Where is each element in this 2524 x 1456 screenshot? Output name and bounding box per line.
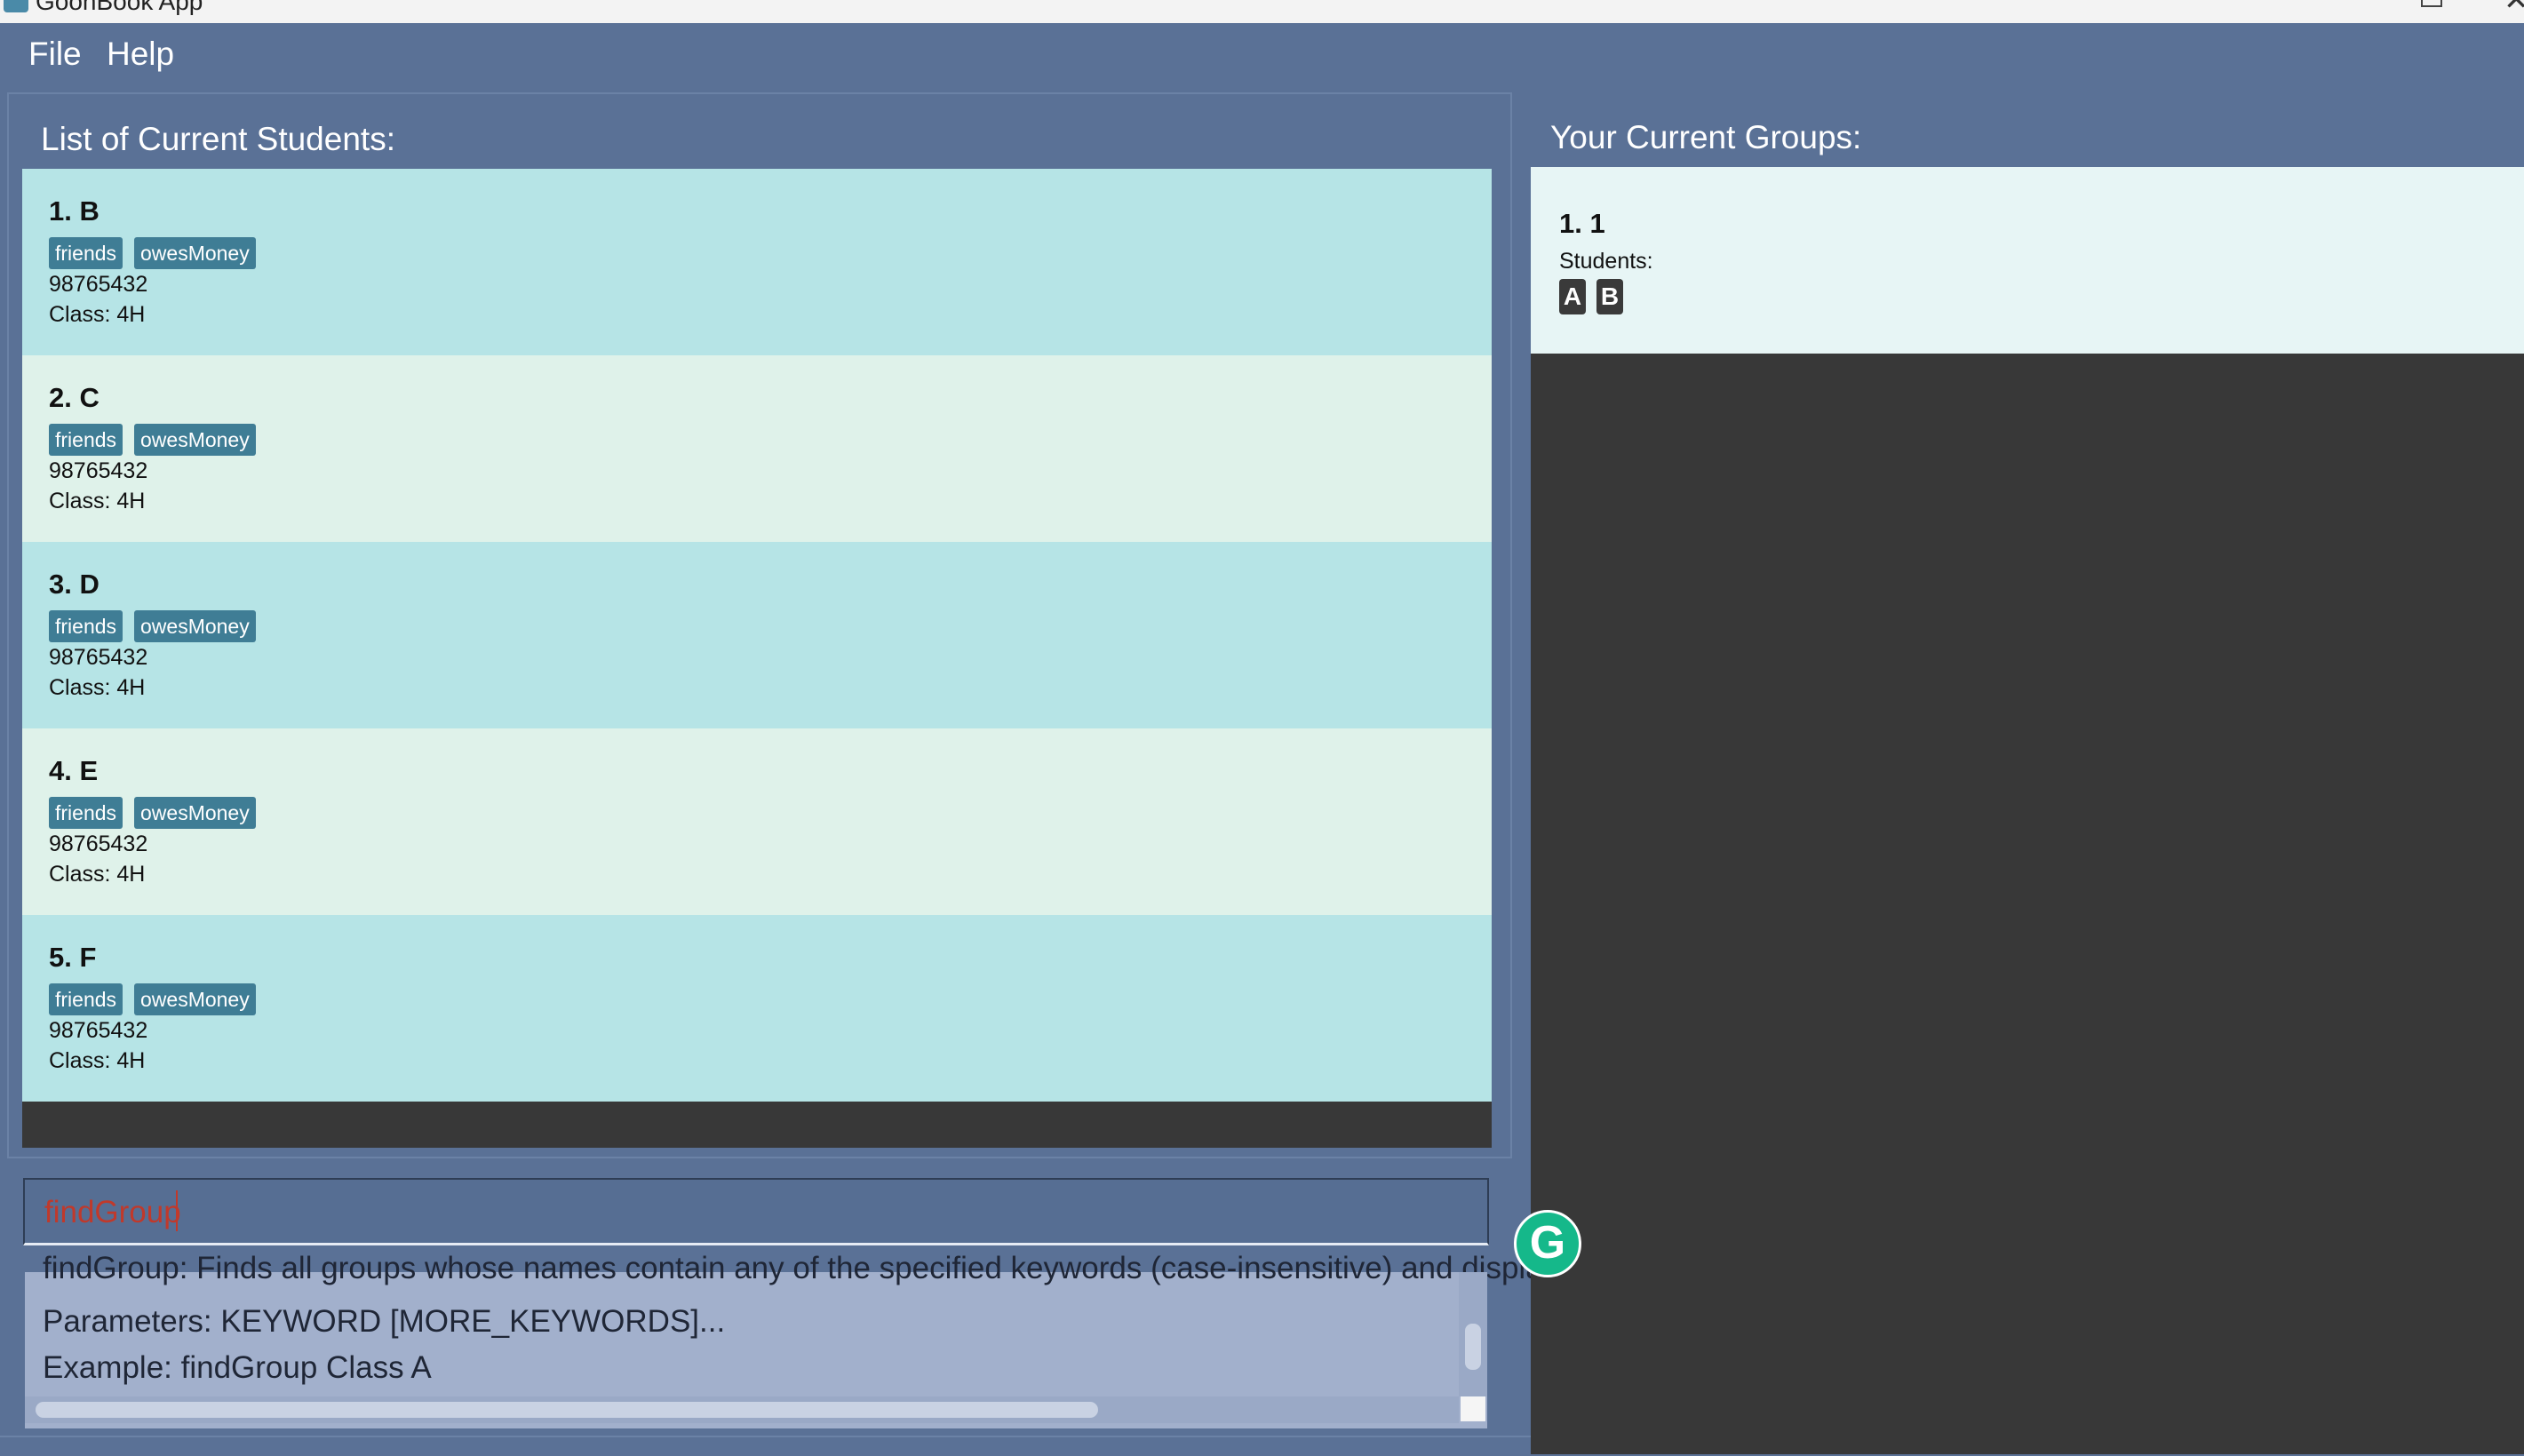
horizontal-scroll-thumb[interactable] — [36, 1402, 1098, 1418]
student-phone: 98765432 — [49, 645, 148, 670]
close-icon[interactable]: ✕ — [2504, 0, 2524, 18]
tag-badge: friends — [49, 237, 123, 269]
student-card[interactable]: 2. C friends owesMoney 98765432 Class: 4… — [22, 355, 1492, 542]
groups-panel-title: Your Current Groups: — [1550, 119, 1862, 155]
student-class: Class: 4H — [49, 675, 146, 700]
student-card[interactable]: 5. F friends owesMoney 98765432 Class: 4… — [22, 915, 1492, 1102]
group-students-label: Students: — [1559, 249, 1653, 274]
result-line-parameters: Parameters: KEYWORD [MORE_KEYWORDS]... — [43, 1304, 726, 1339]
group-member-badge: A — [1559, 279, 1586, 314]
student-card[interactable]: 1. B friends owesMoney 98765432 Class: 4… — [22, 169, 1492, 355]
student-name: 2. C — [49, 382, 100, 413]
student-list[interactable]: 1. B friends owesMoney 98765432 Class: 4… — [22, 169, 1492, 1148]
menu-file[interactable]: File — [28, 36, 82, 73]
tag-badge: owesMoney — [134, 797, 256, 829]
app-icon — [4, 0, 28, 12]
group-member-badge: B — [1596, 279, 1623, 314]
student-class: Class: 4H — [49, 302, 146, 327]
result-line-example: Example: findGroup Class A — [43, 1350, 432, 1385]
vertical-scroll-thumb[interactable] — [1465, 1324, 1481, 1370]
student-name: 4. E — [49, 755, 99, 786]
student-card[interactable]: 4. E friends owesMoney 98765432 Class: 4… — [22, 728, 1492, 915]
tag-badge: friends — [49, 424, 123, 456]
menu-help[interactable]: Help — [107, 36, 174, 73]
result-partial-line: findGroup: Finds all groups whose names … — [43, 1251, 1652, 1285]
menu-bar: File Help — [0, 23, 2524, 87]
window-title: GoonBook App — [36, 0, 203, 15]
status-strip — [0, 1436, 1531, 1456]
tag-badge: owesMoney — [134, 424, 256, 456]
tag-badge: owesMoney — [134, 610, 256, 642]
student-name: 1. B — [49, 195, 100, 227]
student-phone: 98765432 — [49, 458, 148, 483]
student-card[interactable]: 3. D friends owesMoney 98765432 Class: 4… — [22, 542, 1492, 728]
grammarly-icon[interactable]: G — [1514, 1210, 1581, 1277]
command-box[interactable] — [23, 1178, 1489, 1245]
student-name: 3. D — [49, 569, 100, 600]
scrollbar-corner — [1461, 1396, 1485, 1421]
students-panel-title: List of Current Students: — [41, 121, 395, 157]
student-name: 5. F — [49, 942, 97, 973]
student-class: Class: 4H — [49, 862, 146, 887]
tag-badge: friends — [49, 983, 123, 1015]
text-caret — [176, 1190, 178, 1231]
tag-badge: owesMoney — [134, 237, 256, 269]
tag-badge: friends — [49, 797, 123, 829]
student-class: Class: 4H — [49, 489, 146, 513]
tag-badge: friends — [49, 610, 123, 642]
window-title-bar: GoonBook App ✕ — [0, 0, 2524, 23]
result-vertical-scrollbar[interactable] — [1459, 1272, 1487, 1396]
command-input[interactable] — [43, 1192, 1468, 1233]
group-card[interactable]: 1. 1 Students: A B — [1531, 167, 2524, 354]
tag-badge: owesMoney — [134, 983, 256, 1015]
student-class: Class: 4H — [49, 1048, 146, 1073]
result-horizontal-scrollbar[interactable] — [25, 1396, 1459, 1423]
maximize-icon[interactable] — [2421, 0, 2442, 7]
student-phone: 98765432 — [49, 1018, 148, 1043]
group-name: 1. 1 — [1559, 208, 1605, 239]
student-phone: 98765432 — [49, 272, 148, 297]
student-phone: 98765432 — [49, 831, 148, 856]
